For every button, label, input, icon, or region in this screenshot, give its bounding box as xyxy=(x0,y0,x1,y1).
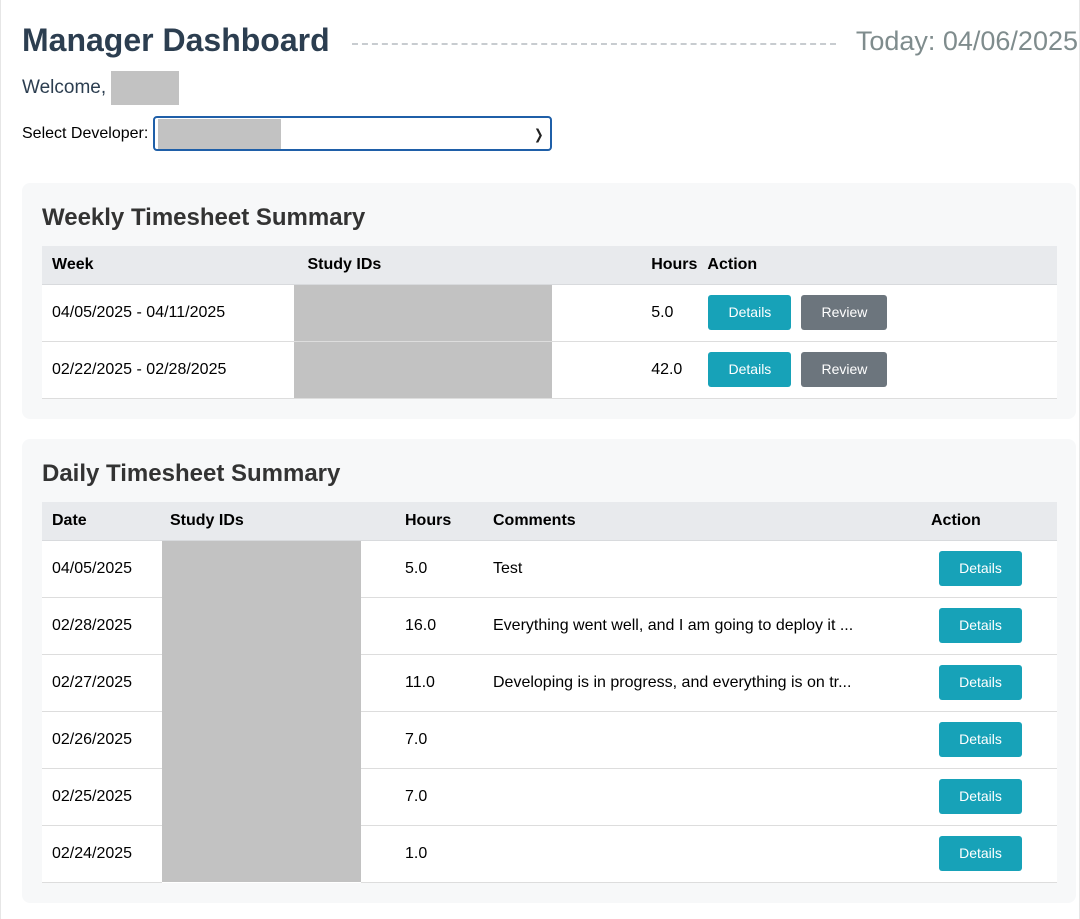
redacted-study-ids xyxy=(162,597,361,654)
daily-summary-heading: Daily Timesheet Summary xyxy=(42,460,341,487)
column-header: Hours xyxy=(552,246,698,285)
action-cell: Details xyxy=(931,711,1057,769)
column-header: Study IDs xyxy=(293,246,553,285)
hours-cell: 16.0 xyxy=(361,597,483,655)
redacted-study-ids xyxy=(162,825,361,882)
welcome-label: Welcome, xyxy=(22,77,107,98)
date-cell: 02/25/2025 xyxy=(42,768,162,826)
table-header-row: Week Study IDs Hours Action xyxy=(42,246,1057,285)
comment-cell xyxy=(483,711,931,769)
hours-cell: 7.0 xyxy=(361,768,483,826)
details-button[interactable]: Details xyxy=(708,352,792,387)
today-date: Today: 04/06/2025 xyxy=(855,26,1078,56)
comment-cell xyxy=(483,768,931,826)
header-divider xyxy=(351,43,836,45)
table-row: 04/05/2025 5.0 Test Details xyxy=(42,540,1057,598)
study-ids-cell xyxy=(162,825,361,882)
action-cell: Details xyxy=(931,654,1057,712)
details-button[interactable]: Details xyxy=(939,836,1022,871)
chevron-down-icon: ❯ xyxy=(533,126,544,142)
date-cell: 02/24/2025 xyxy=(42,825,162,883)
weekly-summary-heading: Weekly Timesheet Summary xyxy=(42,204,366,231)
column-header: Date xyxy=(42,502,162,541)
action-cell: Details Review xyxy=(697,284,1057,342)
redacted-selected-developer xyxy=(158,119,282,149)
action-cell: Details xyxy=(931,597,1057,655)
redacted-study-ids xyxy=(162,540,361,597)
action-cell: Details xyxy=(931,540,1057,598)
week-range-cell: 02/22/2025 - 02/28/2025 xyxy=(42,341,294,399)
details-button[interactable]: Details xyxy=(939,608,1022,643)
column-header: Week xyxy=(42,246,294,285)
comment-cell: Everything went well, and I am going to … xyxy=(483,597,931,655)
table-row: 02/28/2025 16.0 Everything went well, and … xyxy=(42,597,1057,655)
details-button[interactable]: Details xyxy=(939,551,1022,586)
comment-cell xyxy=(483,825,931,883)
page-title: Manager Dashboard xyxy=(22,21,330,58)
comment-cell: Developing is in progress, and everythin… xyxy=(483,654,931,712)
date-cell: 02/26/2025 xyxy=(42,711,162,769)
table-row: 02/24/2025 1.0 Details xyxy=(42,825,1057,883)
date-cell: 02/27/2025 xyxy=(42,654,162,712)
table-row: 02/22/2025 - 02/28/2025 42.0 Details Review xyxy=(42,341,1057,399)
table-row: 02/27/2025 11.0 Developing is in progress,… xyxy=(42,654,1057,712)
daily-summary-table: Date Study IDs Hours Comments Action 04/… xyxy=(42,502,1057,883)
redacted-user-name xyxy=(111,71,180,105)
study-ids-cell xyxy=(293,341,553,399)
study-ids-cell xyxy=(162,597,361,654)
redacted-study-ids xyxy=(162,654,361,711)
action-cell: Details Review xyxy=(697,341,1057,399)
hours-cell: 7.0 xyxy=(361,711,483,769)
hours-cell: 42.0 xyxy=(552,341,698,399)
table-header-row: Date Study IDs Hours Comments Action xyxy=(42,502,1057,541)
column-header: Hours xyxy=(361,502,483,541)
date-cell: 04/05/2025 xyxy=(42,540,162,598)
developer-select-label: Select Developer: xyxy=(22,124,149,142)
week-range-cell: 04/05/2025 - 04/11/2025 xyxy=(42,284,294,342)
details-button[interactable]: Details xyxy=(708,295,792,330)
table-row: 02/25/2025 7.0 Details xyxy=(42,768,1057,826)
developer-select-row: Select Developer: ❯ xyxy=(22,116,553,151)
column-header: Action xyxy=(931,502,1057,541)
manager-dashboard-page: Manager Dashboard Today: 04/06/2025 Welc… xyxy=(0,0,1080,919)
hours-cell: 11.0 xyxy=(361,654,483,712)
column-header: Study IDs xyxy=(162,502,361,541)
review-button[interactable]: Review xyxy=(801,352,888,387)
hours-cell: 5.0 xyxy=(361,540,483,598)
welcome-message: Welcome, xyxy=(22,71,180,105)
study-ids-cell xyxy=(162,540,361,597)
column-header: Action xyxy=(697,246,1057,285)
action-cell: Details xyxy=(931,768,1057,826)
weekly-summary-table: Week Study IDs Hours Action 04/05/2025 -… xyxy=(42,246,1057,399)
redacted-study-ids xyxy=(162,711,361,768)
details-button[interactable]: Details xyxy=(939,665,1022,700)
redacted-study-ids xyxy=(162,768,361,825)
hours-cell: 5.0 xyxy=(552,284,698,342)
study-ids-cell xyxy=(162,711,361,768)
date-cell: 02/28/2025 xyxy=(42,597,162,655)
study-ids-cell xyxy=(293,284,553,342)
column-header: Comments xyxy=(483,502,931,541)
comment-cell: Test xyxy=(483,540,931,598)
details-button[interactable]: Details xyxy=(939,779,1022,814)
study-ids-cell xyxy=(162,654,361,711)
details-button[interactable]: Details xyxy=(939,722,1022,757)
redacted-study-ids xyxy=(293,284,553,341)
action-cell: Details xyxy=(931,825,1057,883)
daily-summary-panel: Daily Timesheet Summary Date Study IDs H… xyxy=(22,439,1076,903)
hours-cell: 1.0 xyxy=(361,825,483,883)
header: Manager Dashboard Today: 04/06/2025 xyxy=(22,18,1078,62)
review-button[interactable]: Review xyxy=(801,295,888,330)
weekly-summary-panel: Weekly Timesheet Summary Week Study IDs … xyxy=(22,183,1076,419)
table-row: 02/26/2025 7.0 Details xyxy=(42,711,1057,769)
study-ids-cell xyxy=(162,768,361,825)
table-row: 04/05/2025 - 04/11/2025 5.0 Details Review xyxy=(42,284,1057,342)
developer-select[interactable]: ❯ xyxy=(153,116,553,151)
redacted-study-ids xyxy=(293,341,553,398)
